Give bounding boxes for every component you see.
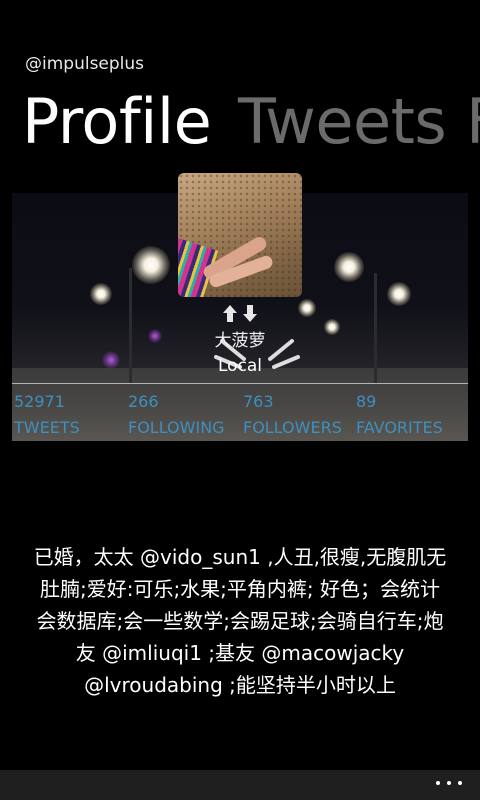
stat-followers-count: 763 bbox=[243, 392, 274, 411]
divider-line bbox=[12, 383, 468, 384]
bio-line: @lvroudabing ;能坚持半小时以上 bbox=[84, 673, 396, 697]
stat-following-count: 266 bbox=[128, 392, 159, 411]
application-bar bbox=[0, 770, 480, 800]
more-dots-icon[interactable] bbox=[436, 778, 464, 790]
stat-following[interactable]: 266 FOLLOWING bbox=[128, 392, 225, 437]
location-text: Local bbox=[217, 356, 263, 376]
stat-favorites-label: FAVORITES bbox=[356, 418, 443, 437]
swap-arrows-icon[interactable] bbox=[222, 305, 258, 323]
tab-next[interactable]: F bbox=[466, 84, 480, 160]
display-name: 大菠萝 bbox=[214, 331, 266, 351]
stat-followers[interactable]: 763 FOLLOWERS bbox=[243, 392, 342, 437]
stat-favorites-count: 89 bbox=[356, 392, 377, 411]
bio-line: 已婚，太太 @vido_sun1 ,人丑,很瘦,无腹肌无 bbox=[33, 545, 447, 569]
tab-tweets[interactable]: Tweets bbox=[238, 84, 447, 160]
stat-followers-label: FOLLOWERS bbox=[243, 418, 342, 437]
bio-line: 友 @imliuqi1 ;基友 @macowjacky bbox=[75, 641, 405, 665]
stat-following-label: FOLLOWING bbox=[128, 418, 225, 437]
bio-line: 会数据库;会一些数学;会踢足球;会骑自行车;炮 bbox=[36, 609, 444, 633]
street-lamp bbox=[132, 246, 170, 284]
street-lamp bbox=[90, 283, 112, 305]
street-lamp bbox=[334, 252, 364, 282]
stat-tweets-count: 52971 bbox=[14, 392, 65, 411]
tab-profile[interactable]: Profile bbox=[22, 84, 212, 160]
profile-bio: 已婚，太太 @vido_sun1 ,人丑,很瘦,无腹肌无 肚腩;爱好:可乐;水果… bbox=[14, 541, 466, 701]
street-lamp bbox=[298, 299, 316, 317]
bio-line: 肚腩;爱好:可乐;水果;平角内裤; 好色；会统计 bbox=[39, 577, 441, 601]
pivot-previous-tab-edge[interactable]: s bbox=[0, 84, 2, 148]
stat-tweets[interactable]: 52971 TWEETS bbox=[14, 392, 80, 437]
avatar[interactable] bbox=[178, 173, 302, 297]
stat-favorites[interactable]: 89 FAVORITES bbox=[356, 392, 443, 437]
stat-tweets-label: TWEETS bbox=[14, 418, 80, 437]
app-handle: @impulseplus bbox=[25, 54, 145, 74]
street-lamp bbox=[387, 282, 411, 306]
